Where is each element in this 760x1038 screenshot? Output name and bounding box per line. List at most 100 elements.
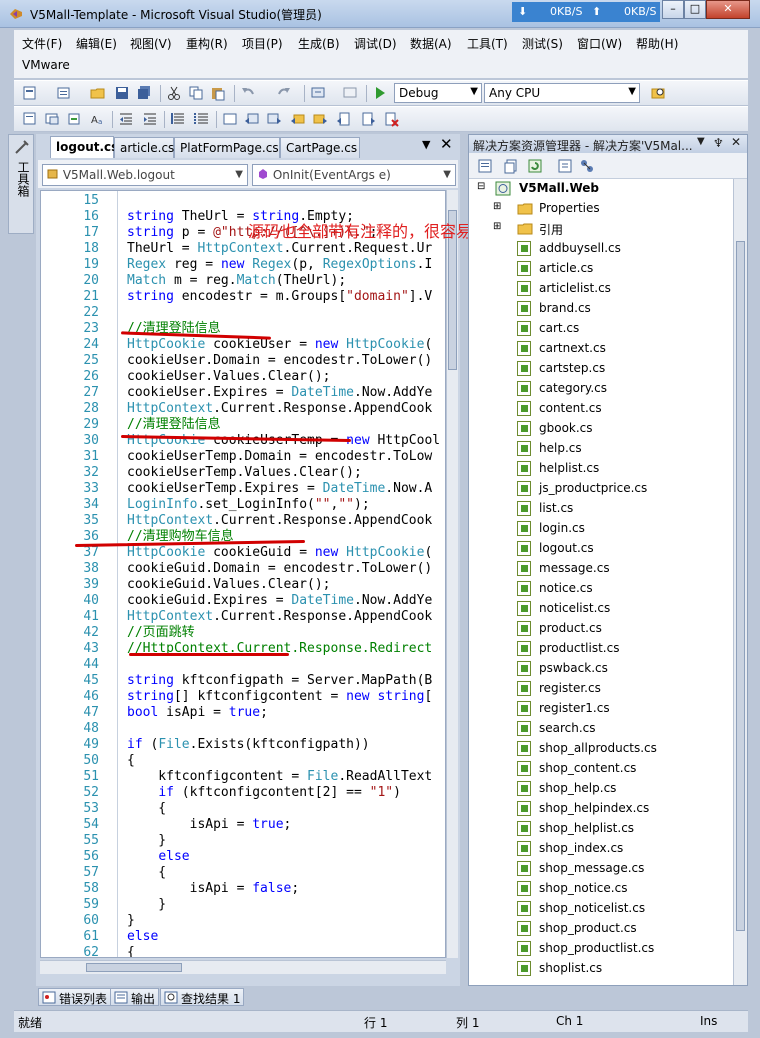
code-line[interactable]: 19 Regex reg = new Regex(p, RegexOptions.…: [41, 257, 445, 273]
display-parameter-info-icon[interactable]: [44, 111, 60, 127]
scrollbar-thumb[interactable]: [86, 963, 182, 972]
minimize-button[interactable]: –: [662, 0, 684, 19]
tab-logout-cs[interactable]: logout.cs: [50, 136, 118, 158]
code-line[interactable]: 24 HttpCookie cookieUser = new HttpCookie…: [41, 337, 445, 353]
start-debugging-icon[interactable]: [372, 85, 388, 101]
increase-indent-icon[interactable]: [142, 111, 158, 127]
menu-build[interactable]: 生成(B): [298, 35, 340, 52]
code-line[interactable]: 34 LoginInfo.set_LoginInfo("","");: [41, 497, 445, 513]
code-line[interactable]: 40 cookieGuid.Expires = DateTime.Now.AddY…: [41, 593, 445, 609]
code-line[interactable]: 57 {: [41, 865, 445, 881]
active-files-dropdown-icon[interactable]: ▼: [422, 138, 430, 151]
properties-icon[interactable]: [477, 158, 493, 174]
close-panel-icon[interactable]: ✕: [731, 135, 741, 149]
tab-article-cs[interactable]: article.cs: [114, 137, 174, 158]
uncomment-lines-icon[interactable]: [194, 111, 210, 127]
menu-file[interactable]: 文件(F): [22, 35, 62, 52]
tab-platformpage-cs[interactable]: PlatFormPage.cs: [174, 137, 280, 158]
menu-edit[interactable]: 编辑(E): [76, 35, 117, 52]
collapse-icon[interactable]: ⊟: [477, 181, 485, 192]
tab-cartpage-cs[interactable]: CartPage.cs: [280, 137, 360, 158]
redo-icon[interactable]: [276, 85, 292, 101]
find-in-files-icon[interactable]: [650, 85, 666, 101]
menu-view[interactable]: 视图(V): [130, 35, 172, 52]
scrollbar-thumb[interactable]: [736, 241, 745, 931]
display-object-member-list-icon[interactable]: [22, 111, 38, 127]
close-document-icon[interactable]: ✕: [440, 135, 453, 153]
solution-platform-select[interactable]: Any CPU ▼: [484, 83, 640, 103]
menu-window[interactable]: 窗口(W): [577, 35, 622, 52]
code-line[interactable]: 31 cookieUserTemp.Domain = encodestr.ToLo…: [41, 449, 445, 465]
code-line[interactable]: 22: [41, 305, 445, 321]
expand-icon[interactable]: ⊞: [493, 201, 501, 212]
cut-icon[interactable]: [166, 85, 182, 101]
view-class-diagram-icon[interactable]: [579, 158, 595, 174]
display-quick-info-icon[interactable]: [66, 111, 82, 127]
tab-error-list[interactable]: 错误列表: [38, 988, 112, 1006]
code-line[interactable]: 50 {: [41, 753, 445, 769]
menu-project[interactable]: 项目(P): [242, 35, 283, 52]
menu-debug[interactable]: 调试(D): [354, 35, 397, 52]
menu-data[interactable]: 数据(A): [410, 35, 452, 52]
menu-refactor[interactable]: 重构(R): [186, 35, 228, 52]
code-line[interactable]: 27 cookieUser.Expires = DateTime.Now.AddY…: [41, 385, 445, 401]
code-line[interactable]: 49 if (File.Exists(kftconfigpath)): [41, 737, 445, 753]
code-line[interactable]: 51 kftconfigcontent = File.ReadAllText: [41, 769, 445, 785]
editor-vertical-scrollbar[interactable]: [446, 190, 458, 958]
menu-tools[interactable]: 工具(T): [467, 35, 508, 52]
code-line[interactable]: 35 HttpContext.Current.Response.AppendCoo…: [41, 513, 445, 529]
code-line[interactable]: 46 string[] kftconfigcontent = new string…: [41, 689, 445, 705]
undo-icon[interactable]: [240, 85, 256, 101]
code-line[interactable]: 33 cookieUserTemp.Expires = DateTime.Now.…: [41, 481, 445, 497]
code-line[interactable]: 41 HttpContext.Current.Response.AppendCoo…: [41, 609, 445, 625]
code-line[interactable]: 44: [41, 657, 445, 673]
code-line[interactable]: 59 }: [41, 897, 445, 913]
solution-explorer-scrollbar[interactable]: [733, 179, 747, 985]
code-line[interactable]: 32 cookieUserTemp.Values.Clear();: [41, 465, 445, 481]
code-line[interactable]: 55 }: [41, 833, 445, 849]
code-line[interactable]: 58 isApi = false;: [41, 881, 445, 897]
code-line[interactable]: 62 {: [41, 945, 445, 957]
add-item-icon[interactable]: [56, 85, 72, 101]
code-line[interactable]: 23//清理登陆信息: [41, 321, 445, 337]
save-icon[interactable]: [114, 85, 130, 101]
menu-help[interactable]: 帮助(H): [636, 35, 678, 52]
code-line[interactable]: 28 HttpContext.Current.Response.AppendCoo…: [41, 401, 445, 417]
solution-configuration-select[interactable]: Debug ▼: [394, 83, 482, 103]
code-line[interactable]: 18 TheUrl = HttpContext.Current.Request.U…: [41, 241, 445, 257]
view-code-icon[interactable]: [557, 158, 573, 174]
expand-icon[interactable]: ⊞: [493, 221, 501, 232]
new-project-icon[interactable]: [22, 85, 38, 101]
code-line[interactable]: 45 string kftconfigpath = Server.MapPath(…: [41, 673, 445, 689]
editor-horizontal-scrollbar[interactable]: [40, 960, 446, 974]
pin-icon[interactable]: ♆: [713, 136, 724, 150]
navigate-backward-icon[interactable]: [310, 85, 326, 101]
code-line[interactable]: 29 //清理登陆信息: [41, 417, 445, 433]
menu-test[interactable]: 测试(S): [522, 35, 563, 52]
code-line[interactable]: 39 cookieGuid.Values.Clear();: [41, 577, 445, 593]
maximize-button[interactable]: □: [684, 0, 706, 19]
close-button[interactable]: ✕: [706, 0, 750, 19]
code-line[interactable]: 53 {: [41, 801, 445, 817]
refresh-icon[interactable]: [527, 158, 543, 174]
code-line[interactable]: 42 //页面跳转: [41, 625, 445, 641]
code-line[interactable]: 26 cookieUser.Values.Clear();: [41, 369, 445, 385]
code-line[interactable]: 38 cookieGuid.Domain = encodestr.ToLower(…: [41, 561, 445, 577]
tab-find-results[interactable]: 查找结果 1: [160, 988, 245, 1006]
comment-lines-icon[interactable]: [170, 111, 186, 127]
paste-icon[interactable]: [210, 85, 226, 101]
previous-bookmark-icon[interactable]: [244, 111, 260, 127]
code-line[interactable]: 60}: [41, 913, 445, 929]
show-all-files-icon[interactable]: [503, 158, 519, 174]
types-dropdown[interactable]: V5Mall.Web.logout ▼: [42, 164, 248, 186]
next-bookmark-in-document-icon[interactable]: [360, 111, 376, 127]
toolbox-tab[interactable]: 工具箱: [8, 134, 34, 234]
display-word-completion-icon[interactable]: Aa: [90, 111, 106, 127]
next-bookmark-icon[interactable]: [266, 111, 282, 127]
code-line[interactable]: 54 isApi = true;: [41, 817, 445, 833]
code-line[interactable]: 52 if (kftconfigcontent[2] == "1"): [41, 785, 445, 801]
clear-bookmarks-icon[interactable]: [384, 111, 400, 127]
open-folder-icon[interactable]: [90, 85, 106, 101]
code-line[interactable]: 56 else: [41, 849, 445, 865]
navigate-forward-icon[interactable]: [342, 85, 358, 101]
